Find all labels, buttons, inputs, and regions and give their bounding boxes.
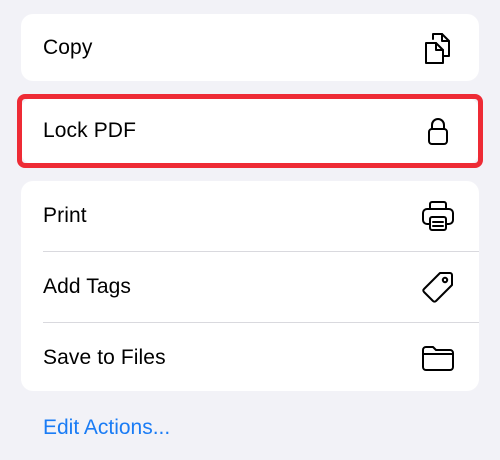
add-tags-action[interactable]: Add Tags [21,252,479,322]
lock-icon [420,113,456,149]
edit-actions-link[interactable]: Edit Actions... [43,416,170,440]
lock-pdf-label: Lock PDF [43,119,136,142]
print-action[interactable]: Print [21,181,479,251]
lock-pdf-action[interactable]: Lock PDF [21,98,479,164]
print-label: Print [43,204,87,227]
tag-icon [420,269,456,305]
copy-card: Copy [21,14,479,81]
printer-icon [420,198,456,234]
copy-action[interactable]: Copy [21,14,479,81]
save-to-files-action[interactable]: Save to Files [21,323,479,393]
copy-label: Copy [43,35,93,59]
folder-icon [420,340,456,376]
actions-group-card: Print Add Tags Save to Files [21,181,479,391]
save-to-files-label: Save to Files [43,346,166,369]
copy-icon [420,30,456,66]
lock-pdf-card: Lock PDF [21,98,479,164]
add-tags-label: Add Tags [43,275,131,298]
